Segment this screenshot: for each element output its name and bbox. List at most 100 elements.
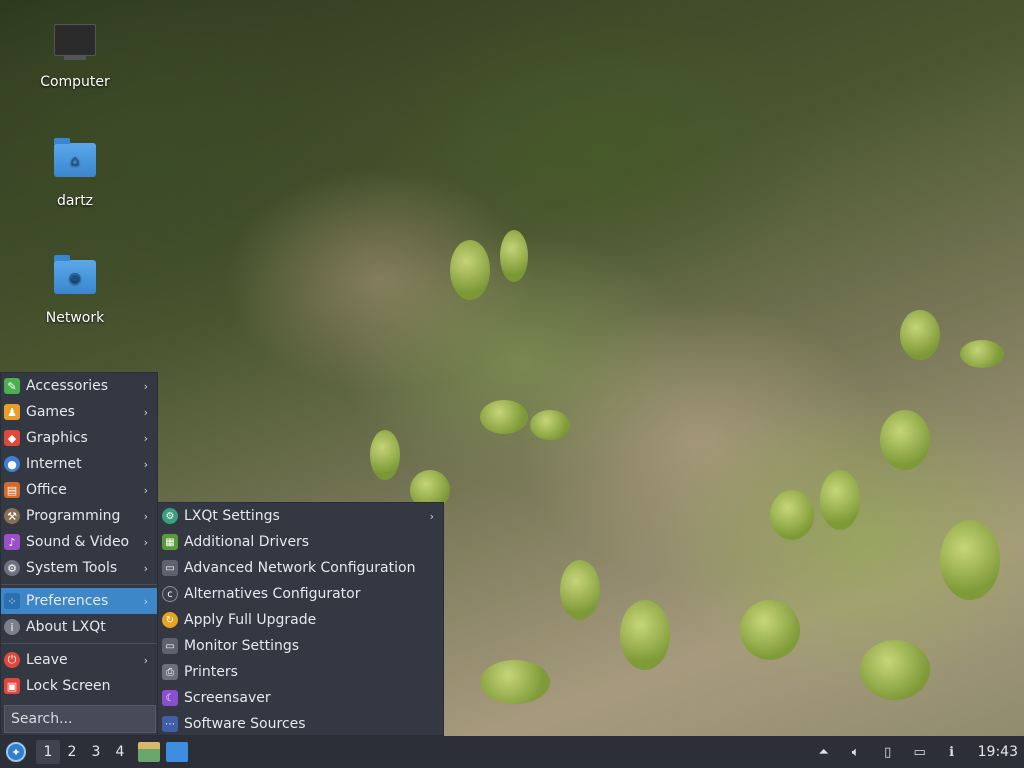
menu-item-leave[interactable]: ⏻ Leave › [1,647,157,673]
menu-item-system-tools[interactable]: ⚙ System Tools › [1,555,157,581]
chevron-right-icon: › [143,379,148,393]
power-icon: ⏻ [4,652,20,668]
chevron-right-icon: › [143,431,148,445]
desktop-icon-label: dartz [56,193,94,209]
system-tray: ⏶ 🔈︎ ▯ ▭ ℹ 19:43 [808,742,1024,762]
tray-expand-icon[interactable]: ⏶ [814,742,834,762]
internet-icon: ● [4,456,20,472]
network-config-icon: ▭ [162,560,178,576]
menu-item-programming[interactable]: ⚒ Programming › [1,503,157,529]
sound-video-icon: ♪ [4,534,20,550]
menu-separator [1,584,157,585]
menu-item-label: Office [26,482,67,498]
preferences-icon: ⁘ [4,593,20,609]
submenu-item-monitor-settings[interactable]: ▭ Monitor Settings [158,633,443,659]
desktop-icon-label: Computer [40,74,110,90]
taskbar: ✦ 1 2 3 4 ⏶ 🔈︎ ▯ ▭ ℹ 19:43 [0,736,1024,768]
alternatives-icon: c [162,586,178,602]
menu-item-games[interactable]: ♟ Games › [1,399,157,425]
submenu-item-label: Software Sources [184,716,306,732]
screensaver-icon: ☾ [162,690,178,706]
submenu-item-screensaver[interactable]: ☾ Screensaver [158,685,443,711]
monitor-icon: ▭ [162,638,178,654]
menu-item-label: Internet [26,456,82,472]
menu-item-lock-screen[interactable]: ▣ Lock Screen [1,673,157,699]
application-menu: ✎ Accessories › ♟ Games › ◆ Graphics › ●… [0,372,158,736]
chevron-right-icon: › [143,457,148,471]
desktop-icon-computer[interactable]: Computer [25,20,125,90]
submenu-item-label: Monitor Settings [184,638,300,654]
menu-item-label: System Tools [26,560,118,576]
info-icon: i [4,619,20,635]
desktop-switch-3[interactable]: 3 [84,740,108,764]
menu-search-input[interactable] [4,705,156,733]
desktop-switch-4[interactable]: 4 [108,740,132,764]
menu-item-sound-video[interactable]: ♪ Sound & Video › [1,529,157,555]
desktop-icon-network[interactable]: ◉ Network [25,254,125,326]
menu-item-preferences[interactable]: ⁘ Preferences › [1,588,157,614]
desktop-icon-home[interactable]: ⌂ dartz [25,137,125,209]
submenu-item-apply-full-upgrade[interactable]: ↻ Apply Full Upgrade [158,607,443,633]
submenu-item-label: Additional Drivers [184,534,310,550]
printer-icon: ⎙ [162,664,178,680]
chevron-right-icon: › [143,653,148,667]
desktop-icon-label: Network [45,310,105,326]
games-icon: ♟ [4,404,20,420]
home-folder-icon: ⌂ [53,138,97,187]
menu-item-label: Leave [26,652,68,668]
submenu-item-label: Screensaver [184,690,271,706]
clock[interactable]: 19:43 [978,744,1018,760]
menu-item-internet[interactable]: ● Internet › [1,451,157,477]
lock-icon: ▣ [4,678,20,694]
office-icon: ▤ [4,482,20,498]
submenu-item-lxqt-settings[interactable]: ⚙ LXQt Settings › [158,503,443,529]
desktop-switch-1[interactable]: 1 [36,740,60,764]
submenu-item-network-configuration[interactable]: ▭ Advanced Network Configuration [158,555,443,581]
update-notifier-icon[interactable]: ℹ [942,742,962,762]
chevron-right-icon: › [143,405,148,419]
main-menu-button[interactable]: ✦ [2,738,30,766]
lubuntu-logo-icon: ✦ [6,742,26,762]
file-manager-launcher-icon[interactable] [138,742,160,762]
menu-item-label: Preferences [26,593,109,609]
menu-item-label: Programming [26,508,121,524]
chevron-right-icon: › [143,509,148,523]
preferences-submenu: ⚙ LXQt Settings › ▦ Additional Drivers ▭… [157,502,444,736]
graphics-icon: ◆ [4,430,20,446]
chevron-right-icon: › [143,561,148,575]
submenu-item-label: Alternatives Configurator [184,586,361,602]
menu-item-label: Games [26,404,75,420]
chevron-right-icon: › [143,483,148,497]
software-sources-icon: ⋯ [162,716,178,732]
volume-icon[interactable]: 🔈︎ [846,742,866,762]
submenu-item-printers[interactable]: ⎙ Printers [158,659,443,685]
submenu-item-alternatives-configurator[interactable]: c Alternatives Configurator [158,581,443,607]
show-desktop-icon[interactable] [166,742,188,762]
chevron-right-icon: › [143,594,148,608]
menu-item-accessories[interactable]: ✎ Accessories › [1,373,157,399]
menu-item-graphics[interactable]: ◆ Graphics › [1,425,157,451]
upgrade-icon: ↻ [162,612,178,628]
menu-item-label: About LXQt [26,619,106,635]
submenu-item-additional-drivers[interactable]: ▦ Additional Drivers [158,529,443,555]
accessories-icon: ✎ [4,378,20,394]
menu-item-about[interactable]: i About LXQt [1,614,157,640]
network-folder-icon: ◉ [53,255,97,304]
menu-item-label: Graphics [26,430,88,446]
system-tools-icon: ⚙ [4,560,20,576]
drivers-icon: ▦ [162,534,178,550]
submenu-item-label: LXQt Settings [184,508,280,524]
clipboard-icon[interactable]: ▯ [878,742,898,762]
menu-item-label: Lock Screen [26,678,111,694]
submenu-item-label: Printers [184,664,238,680]
submenu-item-label: Advanced Network Configuration [184,560,416,576]
submenu-item-software-sources[interactable]: ⋯ Software Sources [158,711,443,737]
lxqt-settings-icon: ⚙ [162,508,178,524]
computer-icon [53,24,97,68]
submenu-item-label: Apply Full Upgrade [184,612,317,628]
menu-item-office[interactable]: ▤ Office › [1,477,157,503]
desktop-switch-2[interactable]: 2 [60,740,84,764]
network-icon[interactable]: ▭ [910,742,930,762]
menu-item-label: Sound & Video [26,534,130,550]
menu-item-label: Accessories [26,378,109,394]
